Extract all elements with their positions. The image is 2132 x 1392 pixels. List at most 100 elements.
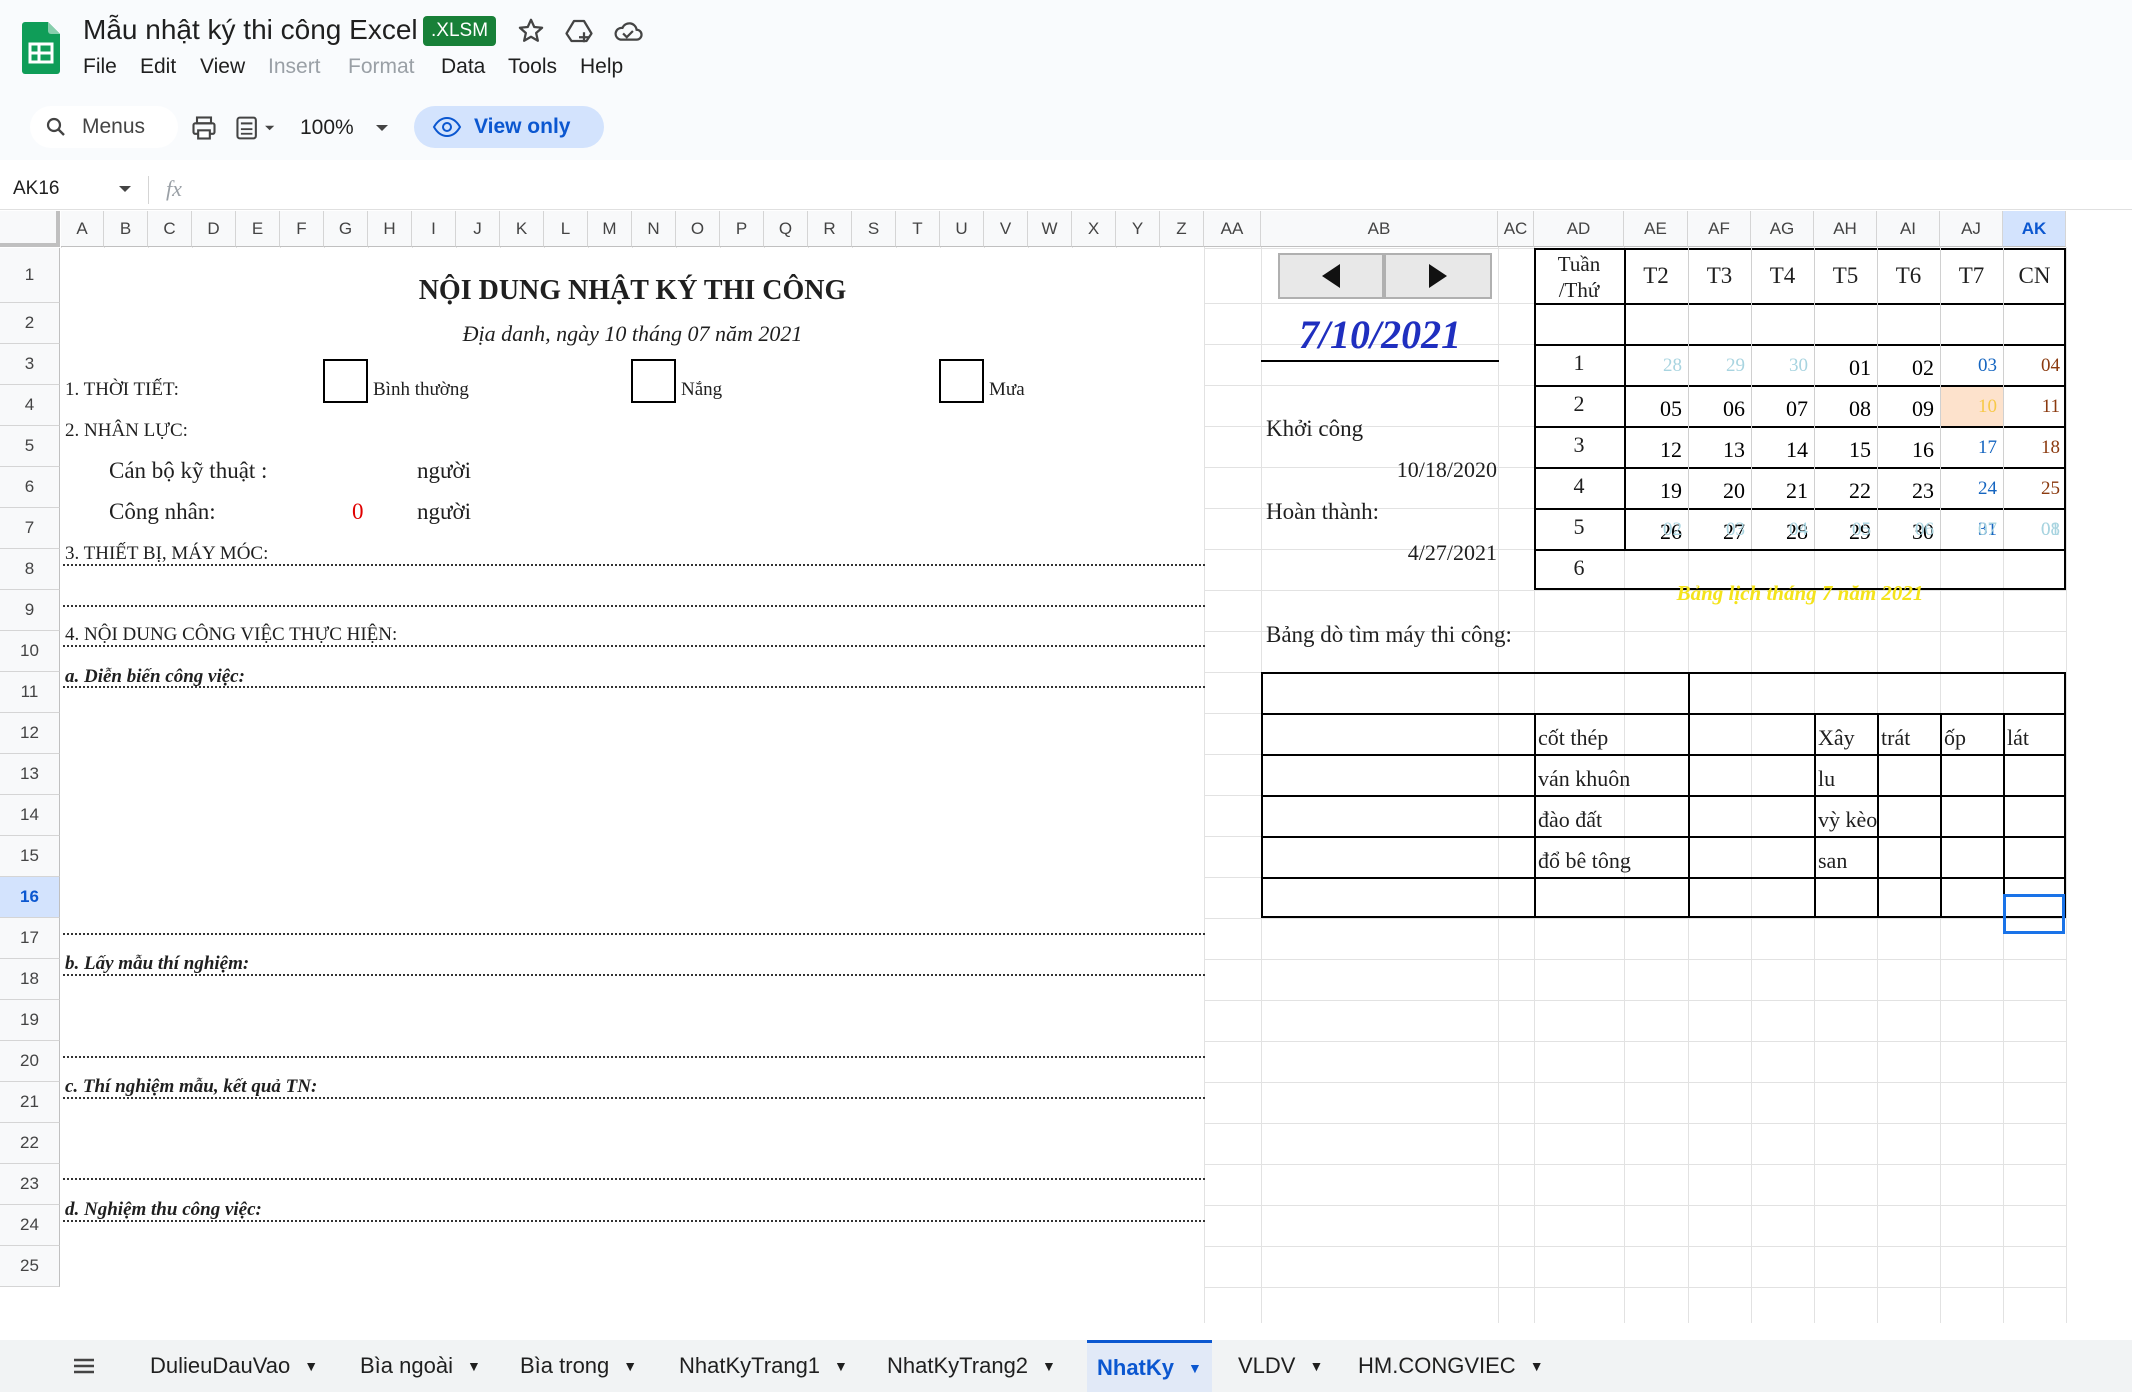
row-header-11[interactable]: 11 bbox=[0, 672, 60, 713]
row-header-19[interactable]: 19 bbox=[0, 1000, 60, 1041]
column-header-af[interactable]: AF bbox=[1688, 211, 1751, 247]
row-header-14[interactable]: 14 bbox=[0, 795, 60, 836]
column-header-p[interactable]: P bbox=[720, 211, 764, 247]
row-header-18[interactable]: 18 bbox=[0, 959, 60, 1000]
column-header-h[interactable]: H bbox=[368, 211, 412, 247]
column-header-m[interactable]: M bbox=[588, 211, 632, 247]
column-header-z[interactable]: Z bbox=[1160, 211, 1204, 247]
row-header-15[interactable]: 15 bbox=[0, 836, 60, 877]
column-header-f[interactable]: F bbox=[280, 211, 324, 247]
row-header-25[interactable]: 25 bbox=[0, 1246, 60, 1287]
selected-date[interactable]: 7/10/2021 bbox=[1261, 311, 1499, 358]
menu-format[interactable]: Format bbox=[348, 55, 415, 79]
chevron-down-icon[interactable]: ▼ bbox=[1188, 1360, 1202, 1376]
menu-edit[interactable]: Edit bbox=[140, 55, 176, 79]
calendar-day[interactable]: 07 bbox=[1751, 396, 1808, 422]
sheet-tab-nhatky[interactable]: NhatKy ▼ bbox=[1087, 1340, 1212, 1392]
formula-input[interactable] bbox=[200, 174, 2100, 206]
move-to-drive-icon[interactable] bbox=[564, 16, 594, 46]
column-header-q[interactable]: Q bbox=[764, 211, 808, 247]
column-header-r[interactable]: R bbox=[808, 211, 852, 247]
sheet-tab-nhatkytrang2[interactable]: NhatKyTrang2 ▼ bbox=[877, 1340, 1066, 1392]
menu-data[interactable]: Data bbox=[441, 55, 485, 79]
row-header-5[interactable]: 5 bbox=[0, 426, 60, 467]
all-sheets-icon[interactable] bbox=[70, 1354, 98, 1378]
calendar-day[interactable]: 09 bbox=[1877, 396, 1934, 422]
menus-search-box[interactable]: Menus bbox=[30, 106, 178, 148]
calendar-day[interactable]: 01 bbox=[1814, 355, 1871, 381]
calendar-day[interactable]: 28 bbox=[1624, 355, 1682, 377]
calendar-day[interactable]: 12 bbox=[1624, 437, 1682, 463]
column-header-ak[interactable]: AK bbox=[2003, 211, 2066, 247]
sheet-tab-b-a-ngo-i[interactable]: Bìa ngoài ▼ bbox=[350, 1340, 491, 1392]
column-header-g[interactable]: G bbox=[324, 211, 368, 247]
column-header-b[interactable]: B bbox=[104, 211, 148, 247]
calendar-day[interactable]: 10 bbox=[1940, 396, 1997, 418]
name-box[interactable]: AK16 bbox=[13, 178, 59, 200]
calculator-format-icon[interactable] bbox=[234, 114, 280, 142]
calendar-day[interactable]: 30 bbox=[1751, 355, 1808, 377]
chevron-down-icon[interactable]: ▼ bbox=[623, 1358, 637, 1374]
calendar-day[interactable]: 22 bbox=[1814, 478, 1871, 504]
calendar-day[interactable]: 23 bbox=[1877, 478, 1934, 504]
calendar-day[interactable]: 05 bbox=[1814, 519, 1871, 541]
row-header-21[interactable]: 21 bbox=[0, 1082, 60, 1123]
calendar-day[interactable]: 06 bbox=[1688, 396, 1745, 422]
zoom-value[interactable]: 100% bbox=[300, 116, 354, 140]
calendar-day[interactable]: 16 bbox=[1877, 437, 1934, 463]
calendar-day[interactable]: 04 bbox=[1751, 519, 1808, 541]
star-icon[interactable] bbox=[516, 16, 546, 46]
column-header-v[interactable]: V bbox=[984, 211, 1028, 247]
column-header-ae[interactable]: AE bbox=[1624, 211, 1688, 247]
column-header-o[interactable]: O bbox=[676, 211, 720, 247]
menu-file[interactable]: File bbox=[83, 55, 117, 79]
chevron-down-icon[interactable]: ▼ bbox=[1309, 1358, 1323, 1374]
column-header-s[interactable]: S bbox=[852, 211, 896, 247]
column-header-d[interactable]: D bbox=[192, 211, 236, 247]
cloud-status-icon[interactable] bbox=[612, 16, 644, 46]
column-header-w[interactable]: W bbox=[1028, 211, 1072, 247]
menu-insert[interactable]: Insert bbox=[268, 55, 321, 79]
column-header-k[interactable]: K bbox=[500, 211, 544, 247]
column-header-y[interactable]: Y bbox=[1116, 211, 1160, 247]
calendar-day[interactable]: 13 bbox=[1688, 437, 1745, 463]
row-header-1[interactable]: 1 bbox=[0, 248, 60, 303]
calendar-day[interactable]: 04 bbox=[2003, 355, 2060, 377]
next-month-button[interactable] bbox=[1384, 253, 1492, 299]
column-header-a[interactable]: A bbox=[61, 211, 104, 247]
menu-help[interactable]: Help bbox=[580, 55, 623, 79]
row-header-17[interactable]: 17 bbox=[0, 918, 60, 959]
column-header-ah[interactable]: AH bbox=[1814, 211, 1877, 247]
row-header-23[interactable]: 23 bbox=[0, 1164, 60, 1205]
row-header-9[interactable]: 9 bbox=[0, 590, 60, 631]
row-header-12[interactable]: 12 bbox=[0, 713, 60, 754]
chevron-down-icon[interactable]: ▼ bbox=[834, 1358, 848, 1374]
calendar-day[interactable]: 03 bbox=[1940, 355, 1997, 377]
calendar-day[interactable]: 07 bbox=[1940, 519, 1997, 541]
menu-tools[interactable]: Tools bbox=[508, 55, 557, 79]
weather-checkbox-sunny[interactable] bbox=[631, 359, 676, 403]
row-header-10[interactable]: 10 bbox=[0, 631, 60, 672]
calendar-day[interactable]: 29 bbox=[1688, 355, 1745, 377]
column-header-i[interactable]: I bbox=[412, 211, 456, 247]
calendar-day[interactable]: 03 bbox=[1688, 519, 1745, 541]
calendar-day[interactable]: 25 bbox=[2003, 478, 2060, 500]
column-header-ag[interactable]: AG bbox=[1751, 211, 1814, 247]
print-icon[interactable] bbox=[190, 114, 218, 142]
prev-month-button[interactable] bbox=[1278, 253, 1384, 299]
menu-view[interactable]: View bbox=[200, 55, 245, 79]
calendar-day[interactable]: 15 bbox=[1814, 437, 1871, 463]
calendar-day[interactable]: 08 bbox=[2003, 519, 2060, 541]
column-header-ai[interactable]: AI bbox=[1877, 211, 1940, 247]
row-header-2[interactable]: 2 bbox=[0, 303, 60, 344]
column-header-j[interactable]: J bbox=[456, 211, 500, 247]
calendar-day[interactable]: 08 bbox=[1814, 396, 1871, 422]
row-header-8[interactable]: 8 bbox=[0, 549, 60, 590]
calendar-day[interactable]: 05 bbox=[1624, 396, 1682, 422]
calendar-day[interactable]: 17 bbox=[1940, 437, 1997, 459]
sheets-logo-icon[interactable] bbox=[22, 22, 60, 74]
column-header-n[interactable]: N bbox=[632, 211, 676, 247]
chevron-down-icon[interactable]: ▼ bbox=[1042, 1358, 1056, 1374]
row-header-13[interactable]: 13 bbox=[0, 754, 60, 795]
row-header-4[interactable]: 4 bbox=[0, 385, 60, 426]
